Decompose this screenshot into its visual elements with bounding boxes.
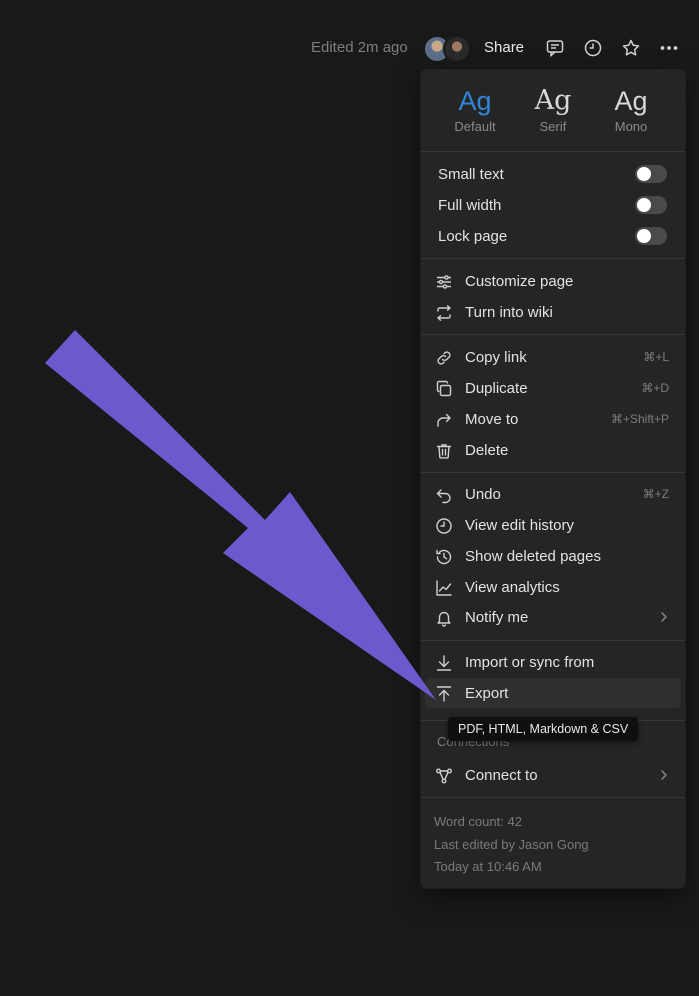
share-button[interactable]: Share xyxy=(484,39,524,56)
shortcut-hint: ⌘+D xyxy=(641,381,669,395)
word-count: Word count: 42 xyxy=(434,814,522,829)
shortcut-hint: ⌘+Shift+P xyxy=(610,412,669,426)
full-width-toggle-row[interactable]: Full width xyxy=(425,190,681,220)
toggle-label: Full width xyxy=(438,197,502,214)
history-icon xyxy=(435,548,453,566)
divider xyxy=(421,151,685,152)
lock-page-toggle-row[interactable]: Lock page xyxy=(425,221,681,251)
divider xyxy=(421,797,685,798)
convert-icon xyxy=(435,304,453,322)
clock-icon xyxy=(435,517,453,535)
chevron-right-icon xyxy=(657,610,671,624)
menu-item-undo[interactable]: Undo ⌘+Z xyxy=(425,479,681,509)
font-glyph: Ag xyxy=(614,86,648,116)
menu-item-label: Customize page xyxy=(465,273,574,290)
comment-icon[interactable] xyxy=(543,36,567,60)
menu-item-label: Copy link xyxy=(465,349,527,366)
menu-item-label: Delete xyxy=(465,442,509,459)
menu-item-view-edit-history[interactable]: View edit history xyxy=(425,510,681,540)
import-icon xyxy=(435,654,453,672)
menu-item-duplicate[interactable]: Duplicate ⌘+D xyxy=(425,373,681,403)
sliders-icon xyxy=(435,273,453,291)
lock-page-toggle[interactable] xyxy=(635,227,667,245)
export-tooltip: PDF, HTML, Markdown & CSV xyxy=(448,717,639,741)
menu-item-move-to[interactable]: Move to ⌘+Shift+P xyxy=(425,404,681,434)
menu-item-customize-page[interactable]: Customize page xyxy=(425,266,681,296)
font-option-serif[interactable]: Ag Serif xyxy=(514,70,592,150)
shortcut-hint: ⌘+Z xyxy=(642,487,669,501)
export-icon xyxy=(435,685,453,703)
full-width-toggle[interactable] xyxy=(635,196,667,214)
menu-item-turn-into-wiki[interactable]: Turn into wiki xyxy=(425,297,681,327)
divider xyxy=(421,258,685,259)
menu-item-view-analytics[interactable]: View analytics xyxy=(425,572,681,602)
link-icon xyxy=(435,349,453,367)
duplicate-icon xyxy=(435,380,453,398)
font-label: Default xyxy=(454,119,496,134)
menu-item-label: Notify me xyxy=(465,609,529,626)
last-edited-timestamp: Today at 10:46 AM xyxy=(434,859,542,874)
menu-item-delete[interactable]: Delete xyxy=(425,435,681,465)
divider xyxy=(421,472,685,473)
undo-icon xyxy=(435,486,453,504)
shortcut-hint: ⌘+L xyxy=(643,350,669,364)
menu-item-label: Move to xyxy=(465,411,519,428)
last-edited-by: Last edited by Jason Gong xyxy=(434,837,589,852)
avatar[interactable] xyxy=(443,35,471,63)
menu-item-label: View analytics xyxy=(465,579,560,596)
menu-item-label: Connect to xyxy=(465,767,538,784)
trash-icon xyxy=(435,442,453,460)
font-glyph: Ag xyxy=(534,85,572,116)
menu-item-label: View edit history xyxy=(465,517,574,534)
font-label: Serif xyxy=(539,119,567,134)
move-arrow-icon xyxy=(435,411,453,429)
small-text-toggle-row[interactable]: Small text xyxy=(425,159,681,189)
menu-item-label: Undo xyxy=(465,486,501,503)
menu-item-label: Export xyxy=(465,685,509,702)
font-glyph: Ag xyxy=(458,86,492,116)
menu-item-show-deleted-pages[interactable]: Show deleted pages xyxy=(425,541,681,571)
page-options-menu: Ag Default Ag Serif Ag Mono Small text F… xyxy=(421,70,685,888)
small-text-toggle[interactable] xyxy=(635,165,667,183)
clock-icon[interactable] xyxy=(581,36,605,60)
chevron-right-icon xyxy=(657,768,671,782)
menu-item-connect-to[interactable]: Connect to xyxy=(425,760,681,790)
more-icon[interactable] xyxy=(657,36,681,60)
menu-item-label: Show deleted pages xyxy=(465,548,601,565)
menu-item-import[interactable]: Import or sync from xyxy=(425,647,681,677)
divider xyxy=(421,640,685,641)
menu-item-label: Import or sync from xyxy=(465,654,595,671)
page-topbar: Edited 2m ago Share xyxy=(0,30,699,66)
connections-icon xyxy=(435,767,453,785)
menu-item-label: Duplicate xyxy=(465,380,528,397)
chart-line-icon xyxy=(435,579,453,597)
font-label: Mono xyxy=(614,119,648,134)
menu-item-label: Turn into wiki xyxy=(465,304,553,321)
collaborator-avatars[interactable] xyxy=(423,35,471,63)
toggle-label: Lock page xyxy=(438,228,508,245)
font-selector: Ag Default Ag Serif Ag Mono xyxy=(421,70,685,150)
toggle-label: Small text xyxy=(438,166,504,183)
font-option-default[interactable]: Ag Default xyxy=(436,70,514,150)
font-option-mono[interactable]: Ag Mono xyxy=(592,70,670,150)
menu-item-notify-me[interactable]: Notify me xyxy=(425,602,681,632)
menu-item-export[interactable]: Export xyxy=(425,678,681,708)
bell-icon xyxy=(435,609,453,627)
edited-status: Edited 2m ago xyxy=(311,39,408,56)
divider xyxy=(421,334,685,335)
star-icon[interactable] xyxy=(619,36,643,60)
menu-item-copy-link[interactable]: Copy link ⌘+L xyxy=(425,342,681,372)
annotation-arrow-shape xyxy=(45,330,436,700)
